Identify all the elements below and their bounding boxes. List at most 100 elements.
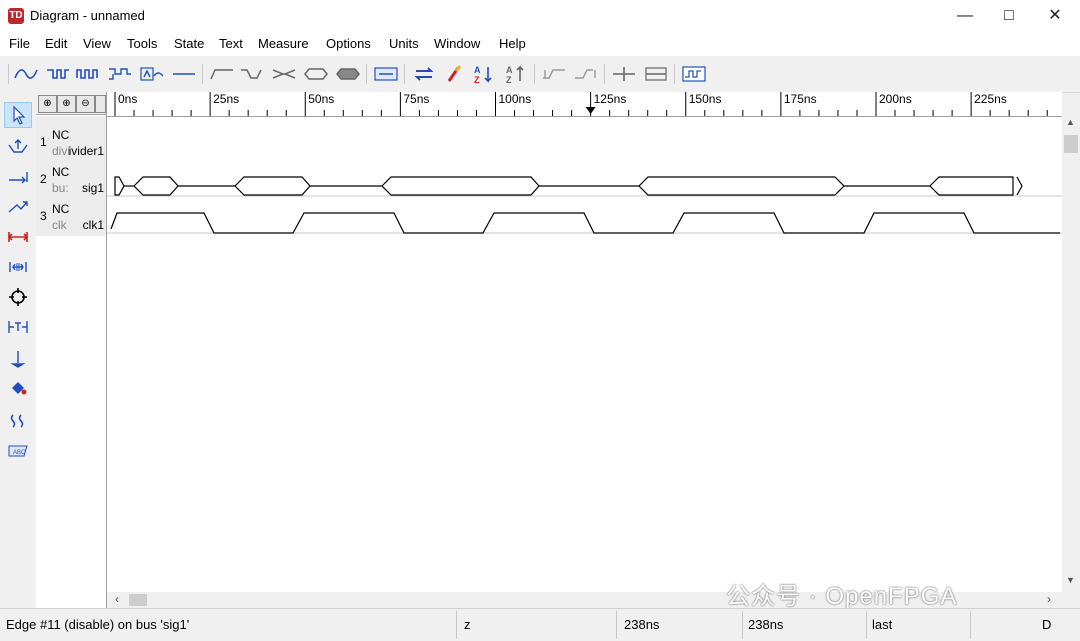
waveform-area[interactable]: 0ns 25ns 50ns 75ns 100ns 125ns 150ns 175ns 200ns… [107, 92, 1062, 592]
time-cursor-marker[interactable] [585, 107, 596, 114]
add-bus-icon[interactable] [44, 62, 72, 86]
state-tristate-icon[interactable] [270, 62, 298, 86]
add-spacer-icon[interactable] [106, 62, 134, 86]
add-line-icon[interactable] [170, 62, 198, 86]
ruler-label: 25ns [213, 92, 239, 106]
swap-icon[interactable] [410, 62, 438, 86]
ruler-label: 150ns [689, 92, 722, 106]
bucket-icon[interactable] [4, 376, 32, 402]
vertical-scroll-thumb[interactable] [1064, 135, 1078, 153]
sort-za-icon[interactable]: AZ [502, 62, 530, 86]
toolbar: AZ AZ [0, 56, 1080, 93]
delete-time-icon[interactable] [642, 62, 670, 86]
app-icon: TD [8, 8, 24, 24]
toolbar-separator [202, 64, 203, 84]
sig1-bus-waveform[interactable] [114, 176, 1023, 196]
watermark-text: 公众号 · OpenFPGA [726, 583, 958, 610]
menu-help[interactable]: Help [499, 36, 526, 51]
scroll-up-icon[interactable]: ▲ [1066, 117, 1075, 127]
status-message: Edge #11 (disable) on bus 'sig1' [6, 617, 190, 632]
properties-icon[interactable] [372, 62, 400, 86]
signal-nc: NC [52, 165, 70, 179]
toolbar-separator [674, 64, 675, 84]
zoom-partial-icon[interactable] [95, 95, 106, 113]
zoom-bar: ⊕ ⊕ ⊖ [36, 92, 106, 115]
menu-state[interactable]: State [174, 36, 204, 51]
status-state: z [464, 617, 471, 632]
status-divider [866, 611, 867, 639]
status-time2: 238ns [748, 617, 784, 632]
add-text-icon[interactable] [138, 62, 166, 86]
state-invalid-icon[interactable] [334, 62, 362, 86]
signal-name-list: 1 NC divi ivider1 2 NC bu: sig1 3 NC clk… [36, 116, 106, 236]
signal-type: divi [52, 144, 71, 158]
sort-az-icon[interactable]: AZ [470, 62, 498, 86]
svg-text:Z: Z [474, 75, 480, 84]
delay-arrow-icon[interactable] [4, 164, 32, 190]
simulate-icon[interactable] [680, 62, 708, 86]
maximize-button[interactable]: □ [986, 0, 1032, 32]
zoom-out-icon[interactable]: ⊖ [76, 95, 95, 113]
state-high-icon[interactable] [208, 62, 236, 86]
break-icon[interactable] [4, 408, 32, 434]
setup-icon[interactable] [572, 62, 600, 86]
menu-tools[interactable]: Tools [127, 36, 157, 51]
signal-row[interactable]: 2 NC bu: sig1 [36, 163, 106, 199]
toolbar-separator [534, 64, 535, 84]
menu-bar: File Edit View Tools State Text Measure … [0, 32, 1080, 56]
edge-select-icon[interactable] [4, 134, 32, 160]
menu-measure[interactable]: Measure [258, 36, 309, 51]
signal-nc: NC [52, 202, 70, 216]
signal-row[interactable]: 1 NC divi ivider1 [36, 126, 106, 162]
delay-icon[interactable] [540, 62, 568, 86]
hold-icon[interactable] [4, 254, 32, 280]
menu-view[interactable]: View [83, 36, 111, 51]
status-divider [456, 611, 457, 639]
marker-icon[interactable] [4, 314, 32, 340]
toolbar-separator [604, 64, 605, 84]
waveform-canvas[interactable] [107, 116, 1062, 592]
menu-edit[interactable]: Edit [45, 36, 67, 51]
signal-name: clk1 [82, 218, 104, 232]
ruler-label: 175ns [784, 92, 817, 106]
menu-text[interactable]: Text [219, 36, 243, 51]
signal-nc: NC [52, 128, 70, 142]
measure-icon[interactable] [4, 224, 32, 250]
clk1-clock-waveform[interactable] [110, 212, 1060, 234]
svg-text:A: A [474, 65, 481, 75]
menu-units[interactable]: Units [389, 36, 419, 51]
horizontal-scroll-thumb[interactable] [129, 594, 147, 606]
crosshair-icon[interactable] [4, 284, 32, 310]
insert-time-icon[interactable] [610, 62, 638, 86]
zoom-in-icon[interactable]: ⊕ [38, 95, 57, 113]
highlight-icon[interactable] [440, 62, 468, 86]
state-low-icon[interactable] [238, 62, 266, 86]
minimize-button[interactable]: — [942, 0, 988, 32]
menu-file[interactable]: File [9, 36, 30, 51]
add-clock-icon[interactable] [74, 62, 102, 86]
text-label-icon[interactable]: ABC [4, 438, 32, 464]
zoom-in-more-icon[interactable]: ⊕ [57, 95, 76, 113]
pin-icon[interactable] [4, 346, 32, 372]
signal-row[interactable]: 3 NC clk clk1 [36, 200, 106, 236]
state-valid-icon[interactable] [302, 62, 330, 86]
setup-arrow-icon[interactable] [4, 194, 32, 220]
title-bar: TD Diagram - unnamed — □ ✕ [0, 0, 1080, 32]
status-bar: Edge #11 (disable) on bus 'sig1' z 238ns… [0, 608, 1080, 641]
time-ruler[interactable]: 0ns 25ns 50ns 75ns 100ns 125ns 150ns 175ns 200ns… [107, 92, 1062, 117]
scroll-left-icon[interactable]: ‹ [115, 592, 119, 606]
ruler-label: 75ns [403, 92, 429, 106]
status-divider [970, 611, 971, 639]
close-button[interactable]: ✕ [1032, 0, 1078, 32]
signal-index: 3 [40, 209, 47, 223]
scroll-right-icon[interactable]: › [1047, 592, 1051, 606]
menu-options[interactable]: Options [326, 36, 371, 51]
pointer-icon[interactable] [4, 102, 32, 128]
scroll-down-icon[interactable]: ▼ [1066, 575, 1075, 585]
toolbar-separator [366, 64, 367, 84]
ruler-label: 50ns [308, 92, 334, 106]
vertical-scrollbar[interactable]: ▲ ▼ [1062, 115, 1080, 592]
status-mode: last [872, 617, 893, 632]
menu-window[interactable]: Window [434, 36, 480, 51]
add-signal-icon[interactable] [12, 62, 40, 86]
